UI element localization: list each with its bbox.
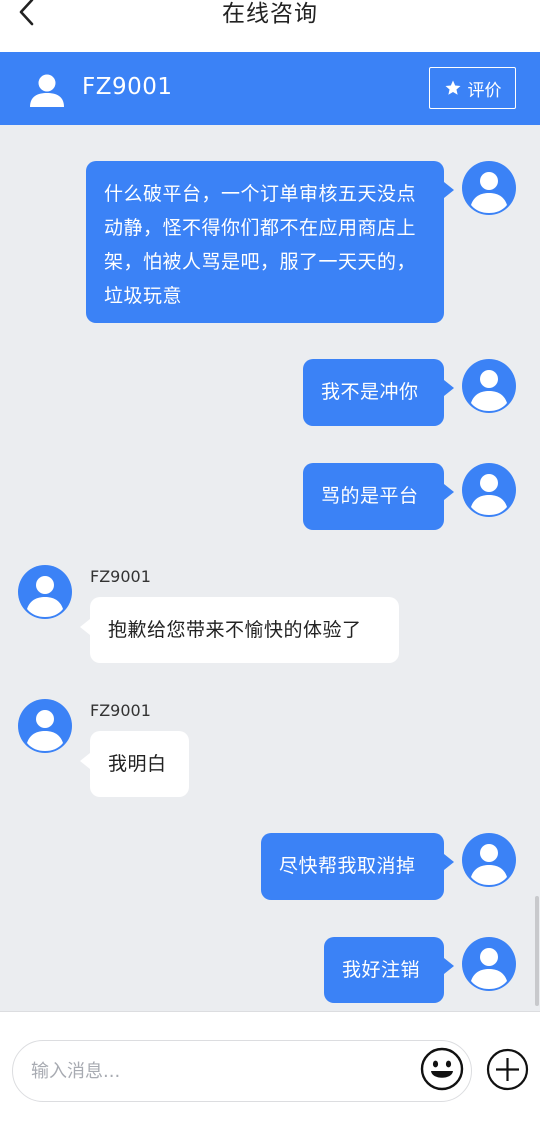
bubble-tail — [80, 753, 90, 769]
bubble-tail — [444, 182, 454, 198]
message-bubble-incoming[interactable]: 抱歉给您带来不愉快的体验了 — [90, 597, 399, 663]
rate-button-label: 评价 — [467, 80, 502, 101]
smiley-icon[interactable] — [420, 1047, 464, 1091]
message-bubble-outgoing[interactable]: 我不是冲你 — [303, 359, 444, 426]
message-bubble-outgoing[interactable]: 尽快帮我取消掉 — [261, 833, 444, 900]
agent-user-icon — [30, 74, 64, 107]
chat-scrollbar[interactable] — [535, 896, 539, 1006]
agent-avatar-icon[interactable] — [18, 565, 72, 619]
message-input[interactable] — [12, 1040, 472, 1102]
agent-name: FZ9001 — [82, 74, 173, 100]
bubble-tail — [80, 619, 90, 635]
user-avatar-icon[interactable] — [462, 463, 516, 517]
agent-avatar-icon[interactable] — [18, 699, 72, 753]
user-avatar-icon[interactable] — [462, 359, 516, 413]
agent-header: FZ9001 评价 — [0, 52, 540, 125]
message-bubble-outgoing[interactable]: 骂的是平台 — [303, 463, 444, 530]
user-avatar-icon[interactable] — [462, 937, 516, 991]
plus-circle-icon[interactable] — [486, 1048, 529, 1091]
message-bubble-outgoing[interactable]: 什么破平台，一个订单审核五天没点动静，怪不得你们都不在应用商店上架，怕被人骂是吧… — [86, 161, 444, 323]
bubble-tail — [444, 484, 454, 500]
user-avatar-icon[interactable] — [462, 833, 516, 887]
bubble-tail — [444, 958, 454, 974]
bubble-tail — [444, 854, 454, 870]
chat-message-list[interactable]: 什么破平台，一个订单审核五天没点动静，怪不得你们都不在应用商店上架，怕被人骂是吧… — [0, 125, 540, 1011]
message-bubble-outgoing[interactable]: 我好注销 — [324, 937, 444, 1003]
top-nav-bar: 在线咨询 — [0, 0, 540, 52]
sender-name: FZ9001 — [90, 701, 151, 720]
user-avatar-icon[interactable] — [462, 161, 516, 215]
page-title: 在线咨询 — [222, 1, 318, 27]
sender-name: FZ9001 — [90, 567, 151, 586]
star-icon — [445, 80, 460, 95]
message-bubble-incoming[interactable]: 我明白 — [90, 731, 189, 797]
bubble-tail — [444, 380, 454, 396]
rate-button[interactable]: 评价 — [429, 67, 516, 109]
